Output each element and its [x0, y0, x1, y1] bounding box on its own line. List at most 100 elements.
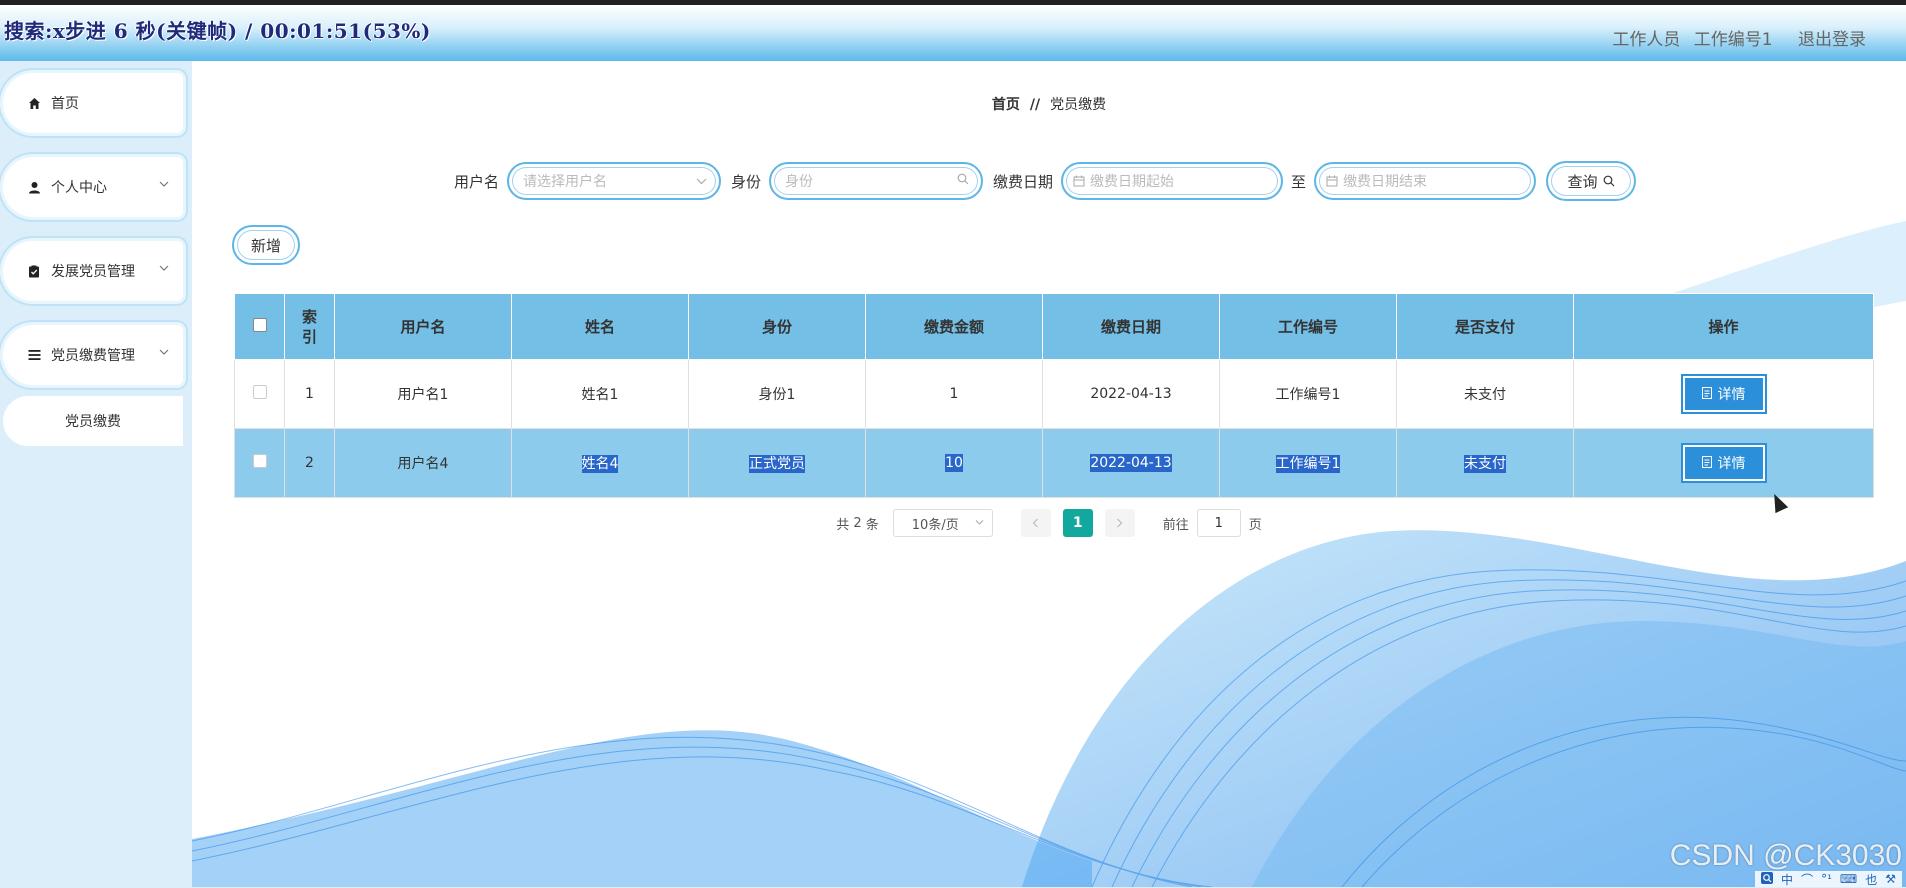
- cell-work-no-text: 工作编号1: [1276, 455, 1341, 473]
- detail-button-label: 详情: [1718, 384, 1746, 404]
- select-all-checkbox[interactable]: [253, 318, 267, 332]
- prev-page-button[interactable]: [1021, 509, 1051, 537]
- col-action: 操作: [1574, 294, 1874, 360]
- date-start-placeholder: 缴费日期起始: [1090, 171, 1174, 191]
- row-select-cell: [235, 429, 285, 498]
- ime-punct-icon[interactable]: °¹: [1821, 872, 1832, 886]
- cell-index: 1: [285, 360, 335, 429]
- row-checkbox[interactable]: [253, 454, 267, 468]
- select-all-cell: [235, 294, 285, 360]
- cell-identity-text: 正式党员: [749, 455, 805, 473]
- chevron-down-icon: [159, 345, 169, 359]
- cell-date: 2022-04-13: [1043, 360, 1220, 429]
- row-checkbox[interactable]: [253, 385, 267, 399]
- breadcrumb-home[interactable]: 首页: [992, 97, 1020, 113]
- col-identity: 身份: [689, 294, 866, 360]
- pager-total: 2: [853, 516, 861, 531]
- page-size-value: 10条/页: [912, 514, 959, 533]
- calendar-icon: [1326, 175, 1338, 187]
- sidebar-item-development[interactable]: 发展党员管理: [3, 241, 183, 301]
- search-icon: [1603, 175, 1615, 187]
- search-icon: [957, 173, 969, 189]
- main-content: 首页//党员缴费 用户名 请选择用户名 身份 身份 缴费日期 缴费日期起始 至: [192, 61, 1906, 887]
- row-select-cell: [235, 360, 285, 429]
- goto-label: 前往: [1163, 514, 1189, 533]
- ime-moon-icon[interactable]: ⌒: [1801, 871, 1813, 888]
- col-date: 缴费日期: [1043, 294, 1220, 360]
- col-username: 用户名: [335, 294, 512, 360]
- user-info: 工作人员 工作编号1 退出登录: [1604, 25, 1866, 50]
- detail-button[interactable]: 详情: [1683, 445, 1765, 481]
- calendar-icon: [1073, 175, 1085, 187]
- page-number-current[interactable]: 1: [1063, 509, 1093, 537]
- ime-search-icon[interactable]: [1761, 872, 1773, 887]
- chevron-down-icon: [159, 177, 169, 191]
- cell-identity: 身份1: [689, 360, 866, 429]
- chevron-down-icon: [159, 261, 169, 275]
- cell-name-text: 姓名4: [582, 455, 619, 473]
- pagination: 共 2 条 10条/页 1 前往 1 页: [192, 509, 1906, 537]
- cell-username: 用户名4: [335, 429, 512, 498]
- cell-identity: 正式党员: [689, 429, 866, 498]
- sidebar-item-home[interactable]: 首页: [3, 73, 183, 133]
- chevron-down-icon: [975, 519, 984, 526]
- cell-index: 2: [285, 429, 335, 498]
- query-button[interactable]: 查询: [1546, 161, 1636, 201]
- user-icon: [27, 180, 41, 194]
- logout-link[interactable]: 退出登录: [1798, 30, 1866, 50]
- to-label: 至: [1291, 171, 1306, 192]
- breadcrumb-current: 党员缴费: [1050, 97, 1106, 113]
- add-button[interactable]: 新增: [232, 225, 300, 265]
- document-icon: [1702, 456, 1712, 471]
- cell-action: 详情: [1574, 360, 1874, 429]
- identity-placeholder: 身份: [785, 171, 813, 191]
- cell-amount: 1: [866, 360, 1043, 429]
- page-size-select[interactable]: 10条/页: [893, 509, 993, 537]
- chevron-left-icon: [1032, 518, 1039, 528]
- ime-keyboard-icon[interactable]: ⌨: [1840, 872, 1857, 886]
- user-work-no: 工作编号1: [1694, 30, 1773, 50]
- sidebar-item-label: 发展党员管理: [51, 261, 135, 281]
- ime-tools-icon[interactable]: ⚒: [1885, 872, 1896, 886]
- pager-total-suffix: 条: [866, 514, 879, 533]
- video-overlay-text: 搜索:x步进 6 秒(关键帧) / 00:01:51(53%): [4, 15, 431, 44]
- goto-page-input[interactable]: 1: [1197, 509, 1241, 537]
- ime-chinese-toggle[interactable]: 中: [1781, 871, 1793, 888]
- identity-input[interactable]: 身份: [769, 162, 983, 200]
- username-select[interactable]: 请选择用户名: [507, 162, 721, 200]
- home-icon: [27, 96, 41, 110]
- fee-table: 索 引 用户名 姓名 身份 缴费金额 缴费日期 工作编号 是否支付 操作 1 用…: [234, 293, 1874, 498]
- next-page-button[interactable]: [1105, 509, 1135, 537]
- date-end-input[interactable]: 缴费日期结束: [1314, 162, 1536, 200]
- username-label: 用户名: [454, 171, 499, 192]
- detail-button[interactable]: 详情: [1683, 376, 1765, 412]
- cell-work-no: 工作编号1: [1220, 360, 1397, 429]
- cell-paid-text: 未支付: [1464, 455, 1506, 473]
- cell-name: 姓名1: [512, 360, 689, 429]
- date-end-placeholder: 缴费日期结束: [1343, 171, 1427, 191]
- user-role: 工作人员: [1612, 30, 1680, 50]
- sidebar-item-fee-management[interactable]: 党员缴费管理: [3, 325, 183, 385]
- ime-skin-icon[interactable]: 也: [1865, 871, 1877, 888]
- watermark: CSDN @CK3030: [1670, 839, 1902, 873]
- col-work-no: 工作编号: [1220, 294, 1397, 360]
- sidebar-subitem-party-fee[interactable]: 党员缴费: [3, 396, 183, 446]
- cell-action: 详情: [1574, 429, 1874, 498]
- table-row[interactable]: 2 用户名4 姓名4 正式党员 10 2022-04-13 工作编号1 未支付 …: [235, 429, 1874, 498]
- date-start-input[interactable]: 缴费日期起始: [1061, 162, 1283, 200]
- cell-paid: 未支付: [1397, 360, 1574, 429]
- cell-amount: 10: [866, 429, 1043, 498]
- chevron-right-icon: [1116, 518, 1123, 528]
- sidebar-item-personal[interactable]: 个人中心: [3, 157, 183, 217]
- cell-date-text: 2022-04-13: [1090, 454, 1171, 472]
- username-placeholder: 请选择用户名: [523, 171, 607, 191]
- col-name: 姓名: [512, 294, 689, 360]
- col-index: 索 引: [285, 294, 335, 360]
- page-suffix: 页: [1249, 514, 1262, 533]
- clipboard-icon: [27, 264, 41, 278]
- table-header-row: 索 引 用户名 姓名 身份 缴费金额 缴费日期 工作编号 是否支付 操作: [235, 294, 1874, 360]
- detail-button-label: 详情: [1718, 453, 1746, 473]
- table-row[interactable]: 1 用户名1 姓名1 身份1 1 2022-04-13 工作编号1 未支付 详情: [235, 360, 1874, 429]
- col-amount: 缴费金额: [866, 294, 1043, 360]
- sidebar: 首页 个人中心 发展党员管理 党员缴费管理 党员缴费: [0, 61, 192, 887]
